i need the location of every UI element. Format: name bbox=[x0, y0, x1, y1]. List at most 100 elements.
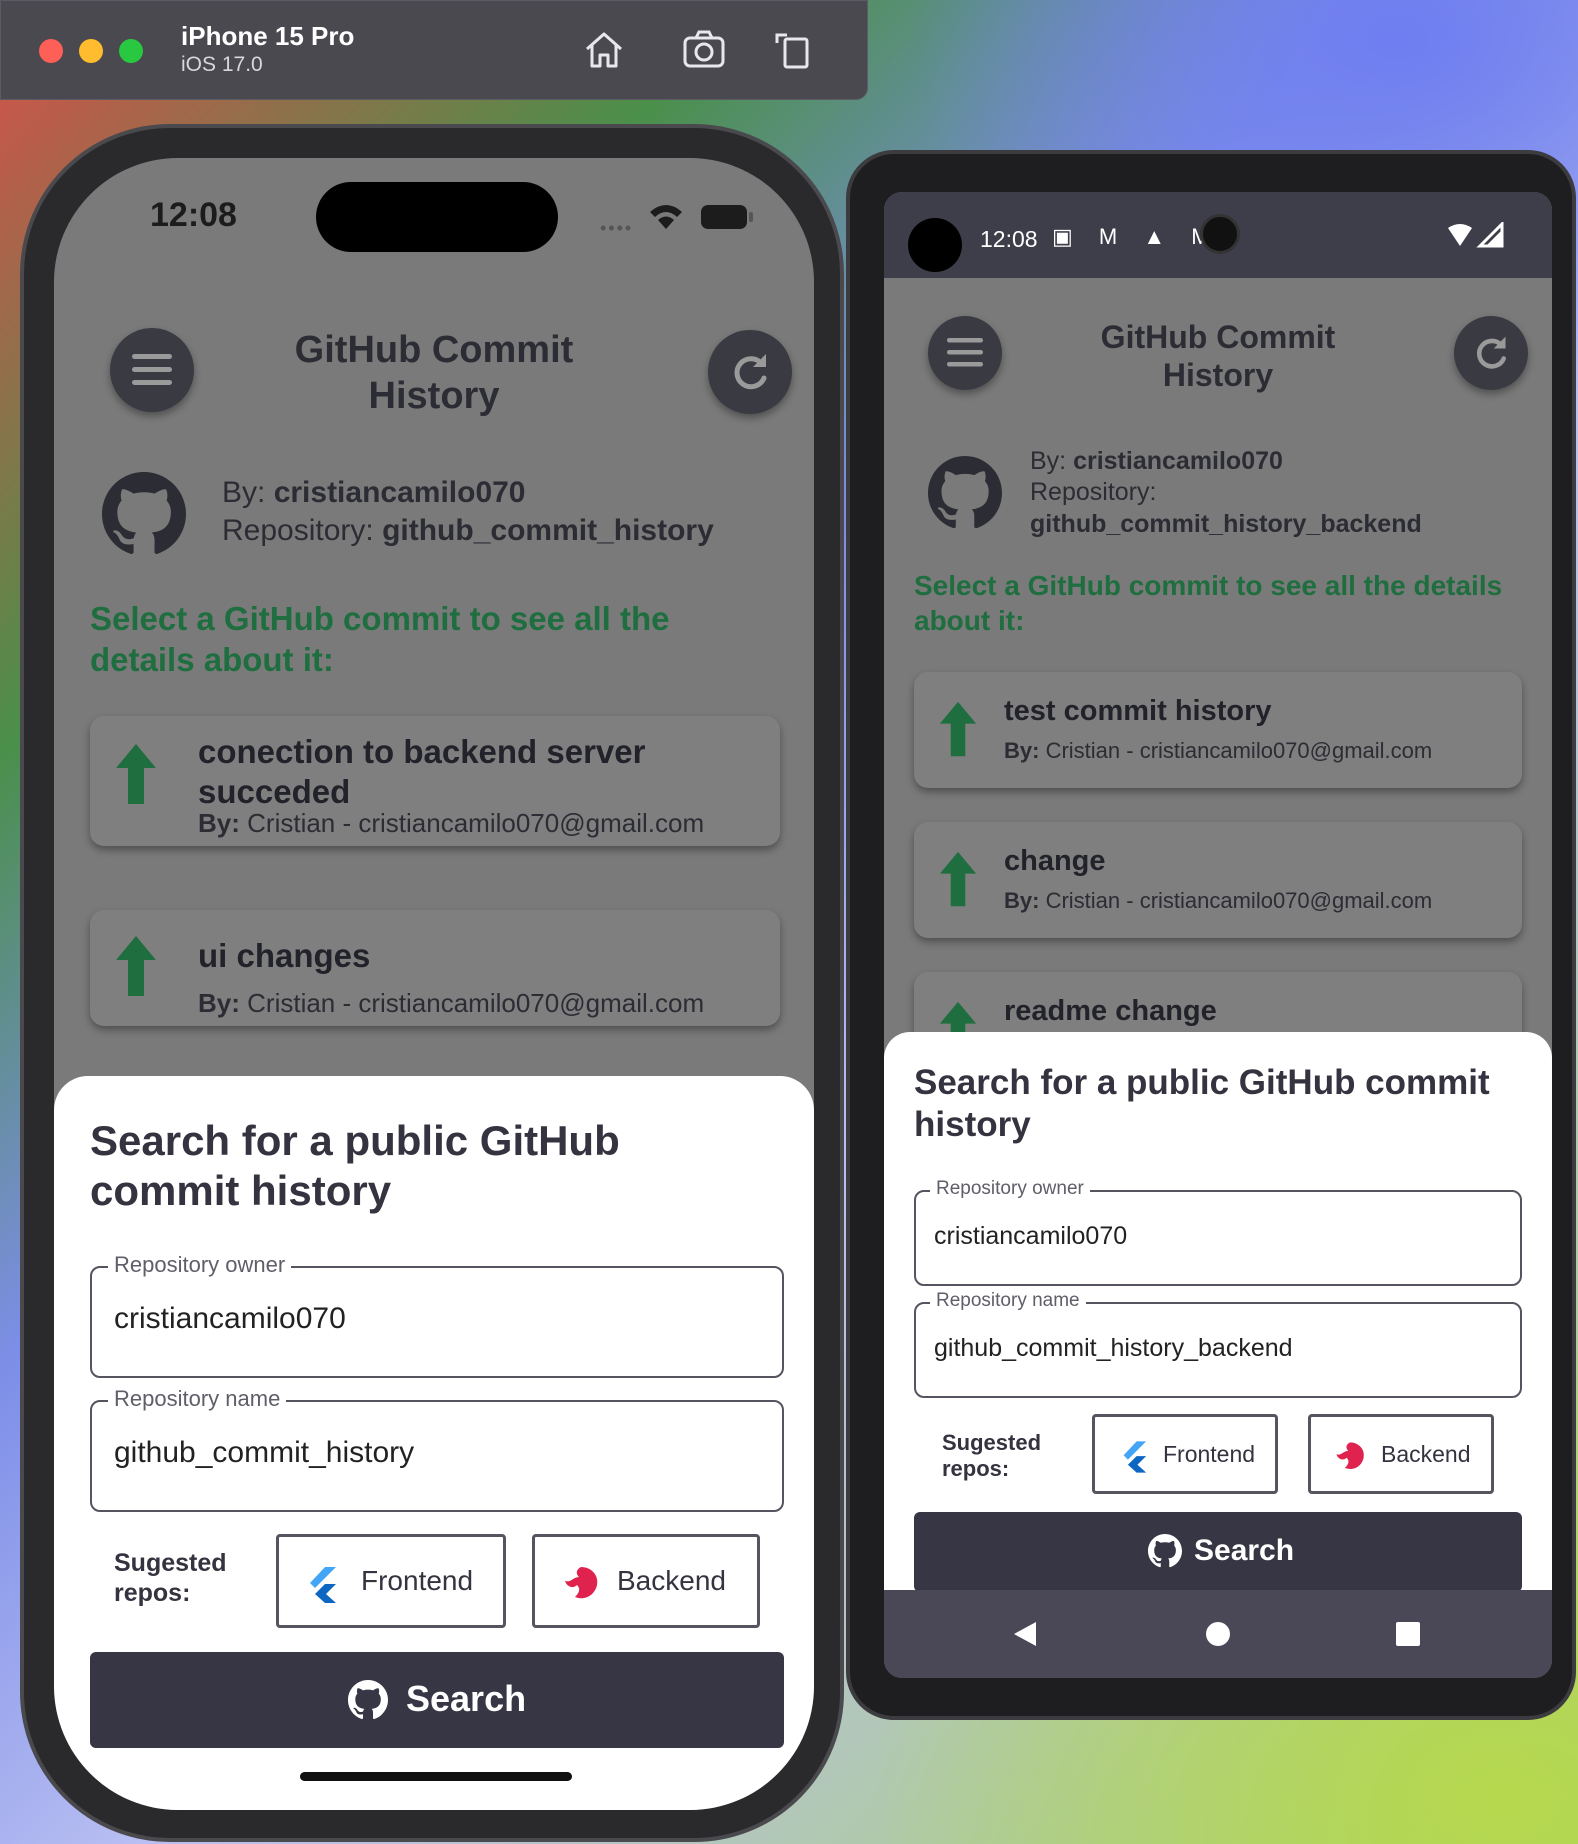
rotate-icon[interactable] bbox=[771, 27, 817, 73]
device-name: iPhone 15 Pro bbox=[181, 21, 355, 51]
sheet-title: Search for a public GitHub commit histor… bbox=[914, 1063, 1490, 1144]
front-camera bbox=[908, 218, 962, 272]
flutter-icon bbox=[310, 1567, 336, 1603]
frontend-repo-button[interactable]: Frontend bbox=[1092, 1414, 1278, 1494]
android-screen: 12:08 ▣ M ▲ M GitHub Commit History By: … bbox=[884, 192, 1552, 1678]
os-version: iOS 17.0 bbox=[181, 53, 263, 76]
field-label: Repository name bbox=[930, 1290, 1086, 1312]
commit-author: By: Cristian - cristiancamilo070@gmail.c… bbox=[1004, 888, 1433, 913]
wifi-icon bbox=[650, 205, 682, 229]
menu-icon bbox=[132, 354, 172, 385]
field-value: cristiancamilo070 bbox=[934, 1222, 1128, 1250]
owner-value: cristiancamilo070 bbox=[273, 476, 526, 509]
search-button[interactable]: Search bbox=[914, 1512, 1522, 1592]
commit-arrow-icon bbox=[116, 936, 156, 996]
owner-value: cristiancamilo070 bbox=[1073, 447, 1283, 475]
android-status-bar: 12:08 ▣ M ▲ M bbox=[884, 192, 1552, 278]
iphone-screen: 12:08 •••• GitHub Commit History By: cri… bbox=[54, 158, 814, 1810]
status-time: 12:08 bbox=[980, 226, 1038, 252]
refresh-icon bbox=[1476, 336, 1506, 369]
github-icon bbox=[348, 1680, 388, 1720]
commit-message: readme change bbox=[1004, 995, 1217, 1027]
field-label: Repository name bbox=[108, 1386, 287, 1412]
search-bottom-sheet: Search for a public GitHub commit histor… bbox=[54, 1076, 814, 1810]
field-value: github_commit_history_backend bbox=[934, 1334, 1293, 1362]
repo-prefix: Repository: bbox=[222, 513, 383, 547]
field-label: Repository owner bbox=[108, 1252, 292, 1278]
commit-card[interactable]: change By: Cristian - cristiancamilo070@… bbox=[914, 822, 1522, 938]
refresh-button[interactable] bbox=[1454, 316, 1528, 390]
wifi-signal-icon bbox=[1448, 222, 1504, 248]
close-window-button[interactable] bbox=[39, 39, 63, 63]
menu-button[interactable] bbox=[928, 316, 1002, 390]
home-nav-icon[interactable] bbox=[1206, 1622, 1230, 1646]
field-value: cristiancamilo070 bbox=[114, 1302, 346, 1335]
select-prompt: Select a GitHub commit to see all the de… bbox=[90, 600, 670, 679]
screenshot-icon[interactable] bbox=[681, 27, 727, 73]
field-label: Repository owner bbox=[930, 1178, 1090, 1200]
android-device-frame: 12:08 ▣ M ▲ M GitHub Commit History By: … bbox=[846, 150, 1576, 1720]
sheet-title: Search for a public GitHub commit histor… bbox=[90, 1117, 620, 1215]
search-bottom-sheet: Search for a public GitHub commit histor… bbox=[884, 1032, 1552, 1592]
frontend-label: Frontend bbox=[1163, 1441, 1256, 1467]
backend-repo-button[interactable]: Backend bbox=[1308, 1414, 1494, 1494]
flutter-icon bbox=[1123, 1441, 1147, 1473]
status-time: 12:08 bbox=[150, 196, 237, 234]
commit-author: By: Cristian - cristiancamilo070@gmail.c… bbox=[198, 988, 705, 1018]
suggested-repos-label: Sugested repos: bbox=[942, 1430, 1042, 1482]
github-icon bbox=[928, 456, 1002, 529]
refresh-button[interactable] bbox=[708, 330, 792, 414]
commit-message: conection to backend server succeded bbox=[198, 733, 646, 811]
commit-arrow-icon bbox=[939, 701, 977, 757]
commit-author: By: Cristian - cristiancamilo070@gmail.c… bbox=[198, 808, 705, 838]
commit-message: change bbox=[1004, 845, 1106, 877]
notification-icons: ▣ M ▲ M bbox=[1052, 224, 1220, 249]
commit-message: ui changes bbox=[198, 937, 371, 974]
github-icon bbox=[102, 472, 186, 554]
backend-label: Backend bbox=[1381, 1441, 1471, 1467]
app-title: GitHub Commit History bbox=[294, 329, 574, 417]
nestjs-icon bbox=[1336, 1442, 1364, 1469]
repo-prefix: Repository: bbox=[1030, 478, 1157, 507]
commit-author: By: Cristian - cristiancamilo070@gmail.c… bbox=[1004, 738, 1433, 763]
battery-icon bbox=[701, 205, 753, 229]
menu-button[interactable] bbox=[110, 328, 194, 412]
frontend-label: Frontend bbox=[361, 1565, 474, 1596]
home-indicator[interactable] bbox=[300, 1772, 572, 1781]
commit-card[interactable]: conection to backend server succeded By:… bbox=[90, 716, 780, 846]
search-label: Search bbox=[1194, 1534, 1295, 1567]
repository-name-field[interactable]: Repository name github_commit_history bbox=[90, 1386, 784, 1512]
repo-value: github_commit_history bbox=[382, 513, 714, 547]
home-icon[interactable] bbox=[581, 27, 627, 73]
repo-info: By: cristiancamilo070 Repository: github… bbox=[1030, 446, 1422, 540]
select-prompt: Select a GitHub commit to see all the de… bbox=[914, 570, 1503, 636]
simulator-toolbar: iPhone 15 Pro iOS 17.0 bbox=[0, 0, 868, 100]
repository-owner-field[interactable]: Repository owner cristiancamilo070 bbox=[90, 1252, 784, 1378]
repository-name-field[interactable]: Repository name github_commit_history_ba… bbox=[914, 1290, 1522, 1398]
app-title: GitHub Commit History bbox=[1100, 319, 1336, 394]
commit-card[interactable]: ui changes By: Cristian - cristiancamilo… bbox=[90, 910, 780, 1026]
refresh-icon bbox=[734, 354, 767, 390]
back-icon[interactable] bbox=[1012, 1620, 1038, 1648]
owner-prefix: By: bbox=[222, 476, 274, 509]
android-navigation-bar bbox=[884, 1590, 1552, 1678]
recents-icon[interactable] bbox=[1396, 1622, 1420, 1646]
owner-prefix: By: bbox=[1030, 447, 1074, 475]
zoom-window-button[interactable] bbox=[119, 39, 143, 63]
repo-info: By: cristiancamilo070 Repository: github… bbox=[222, 474, 714, 549]
commit-arrow-icon bbox=[939, 851, 977, 907]
nestjs-icon bbox=[565, 1567, 598, 1599]
repo-value: github_commit_history_backend bbox=[1030, 509, 1422, 538]
repository-owner-field[interactable]: Repository owner cristiancamilo070 bbox=[914, 1178, 1522, 1286]
signal-dots-icon: •••• bbox=[600, 218, 634, 238]
backend-repo-button[interactable]: Backend bbox=[532, 1534, 760, 1628]
frontend-repo-button[interactable]: Frontend bbox=[276, 1534, 506, 1628]
iphone-device-frame: 12:08 •••• GitHub Commit History By: cri… bbox=[20, 124, 844, 1842]
search-label: Search bbox=[406, 1678, 527, 1719]
commit-card[interactable]: test commit history By: Cristian - crist… bbox=[914, 672, 1522, 788]
camera-notification-icon bbox=[1200, 214, 1240, 254]
minimize-window-button[interactable] bbox=[79, 39, 103, 63]
search-button[interactable]: Search bbox=[90, 1652, 784, 1748]
commit-arrow-icon bbox=[116, 744, 156, 804]
github-icon bbox=[1148, 1534, 1182, 1568]
